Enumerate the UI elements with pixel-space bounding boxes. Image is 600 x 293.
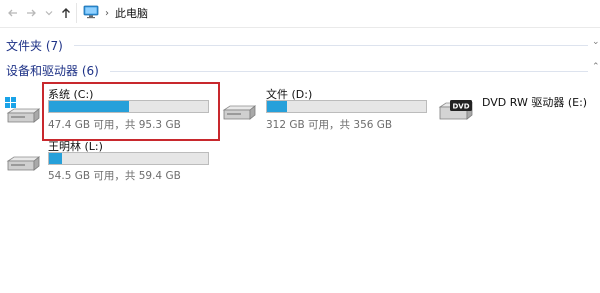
breadcrumb-separator: ›: [105, 7, 109, 19]
windows-system-drive-icon: [4, 96, 42, 133]
this-pc-icon: [83, 5, 99, 22]
usage-bar-d: [266, 100, 427, 113]
usage-fill-d: [267, 101, 287, 112]
group-header-devices-label: 设备和驱动器 (6): [6, 64, 99, 78]
arrow-up-icon: [62, 8, 70, 18]
group-divider-devices: [110, 71, 588, 72]
address-bar[interactable]: › 此电脑: [76, 3, 600, 23]
navigation-divider: [0, 27, 600, 28]
svg-text:DVD: DVD: [452, 103, 469, 111]
forward-button[interactable]: [22, 2, 40, 24]
up-button[interactable]: [57, 2, 75, 24]
back-button[interactable]: [4, 2, 22, 24]
hard-drive-icon: [4, 147, 42, 184]
dvd-drive-icon: DVD: [437, 90, 477, 129]
breadcrumb-this-pc[interactable]: 此电脑: [115, 5, 148, 21]
group-header-folders-label: 文件夹 (7): [6, 39, 63, 53]
chevron-up-icon[interactable]: ⌃: [592, 62, 600, 72]
drive-space-d: 312 GB 可用，共 356 GB: [266, 119, 393, 131]
group-header-devices[interactable]: 设备和驱动器 (6): [6, 62, 99, 79]
chevron-down-icon[interactable]: ⌄: [592, 37, 600, 47]
arrow-left-icon: [8, 9, 17, 17]
group-divider-folders: [74, 45, 588, 46]
selection-highlight: [42, 82, 220, 141]
drive-space-l: 54.5 GB 可用，共 59.4 GB: [48, 170, 181, 182]
chevron-down-icon: [45, 11, 53, 16]
group-header-folders[interactable]: 文件夹 (7): [6, 37, 63, 54]
arrow-right-icon: [27, 9, 36, 17]
history-dropdown-button[interactable]: [40, 2, 58, 24]
usage-fill-l: [49, 153, 63, 164]
hard-drive-icon: [220, 96, 258, 133]
drive-name-e: DVD RW 驱动器 (E:): [482, 96, 588, 109]
usage-bar-l: [48, 152, 209, 165]
navigation-bar: › 此电脑: [0, 0, 600, 26]
